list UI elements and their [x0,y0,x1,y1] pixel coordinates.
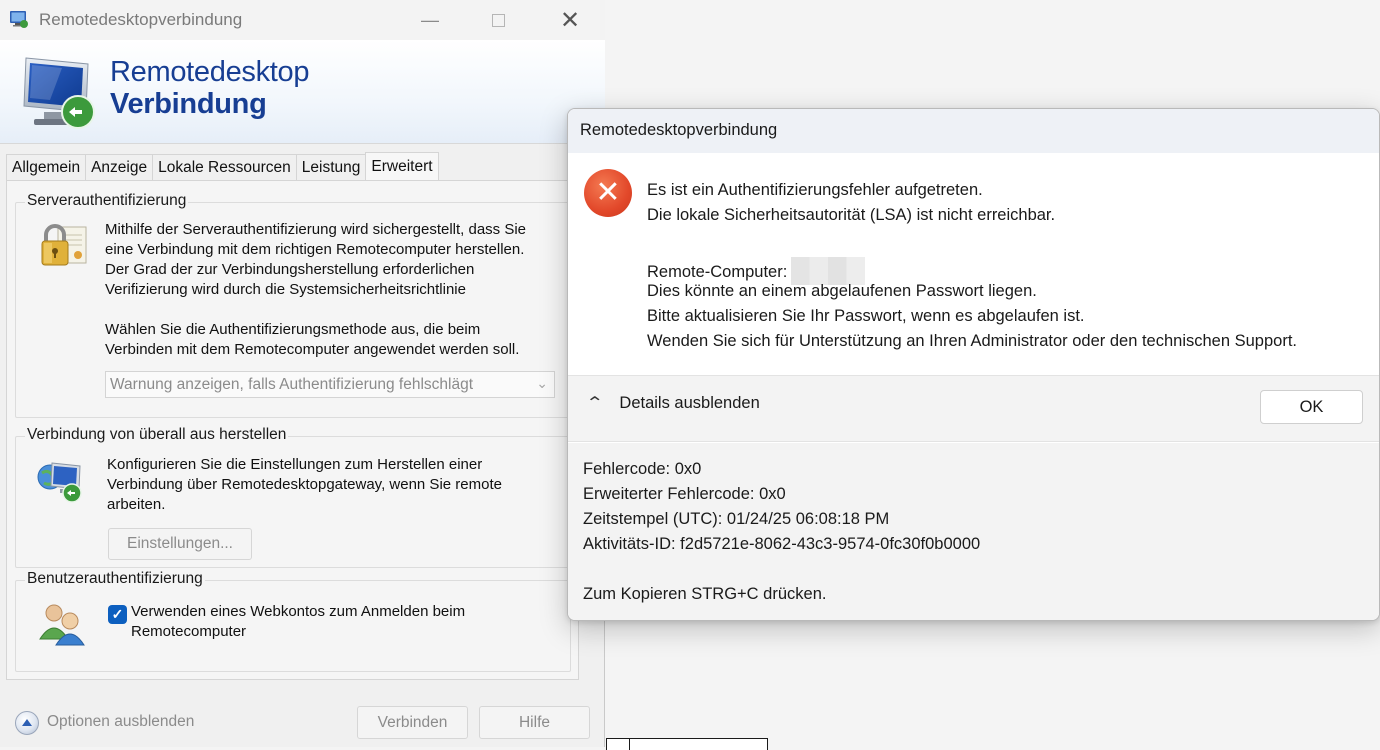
title-bar[interactable]: Remotedesktopverbindung — ✕ [0,0,605,40]
tab-bar: Allgemein Anzeige Lokale Ressourcen Leis… [6,152,439,181]
window-title: Remotedesktopverbindung [39,10,243,29]
auth-method-select-value: Warnung anzeigen, falls Authentifizierun… [110,376,474,393]
options-toggle-button[interactable] [15,711,39,735]
rdp-app-icon [10,11,28,28]
detail-extended-error-code: Erweiterter Fehlercode: 0x0 [583,485,786,503]
server-auth-method-line: Wählen Sie die Authentifizierungsmethode… [105,321,481,338]
tab-anzeige[interactable]: Anzeige [85,154,154,181]
ok-button[interactable]: OK [1260,390,1363,424]
dialog-details: Fehlercode: 0x0 Erweiterter Fehlercode: … [568,443,1379,620]
error-message-line: Es ist ein Authentifizierungsfehler aufg… [647,181,983,199]
checkmark-icon: ✓ [111,606,124,622]
server-auth-line: Mithilfe der Serverauthentifizierung wir… [105,221,527,238]
error-icon: ✕ [584,169,632,217]
banner-title-line2: Verbindung [110,88,267,120]
server-auth-description: Mithilfe der Serverauthentifizierung wir… [105,220,526,300]
gateway-settings-button[interactable]: Einstellungen... [108,528,252,560]
globe-monitor-icon [37,462,82,503]
user-auth-heading: Benutzerauthentifizierung [25,570,205,588]
rdp-main-window: Remotedesktopverbindung — ✕ Remotedeskto… [0,0,605,747]
background-window-fragment [606,738,768,750]
server-auth-group: Serverauthentifizierung Mithilfe der Ser… [15,192,571,418]
options-toggle-label[interactable]: Optionen ausblenden [47,713,194,731]
rdp-banner: Remotedesktop Verbindung [0,40,605,144]
detail-activity-id: Aktivitäts-ID: f2d5721e-8062-43c3-9574-0… [583,535,981,553]
minimize-icon: — [421,9,439,30]
chevron-up-icon: ⌃ [585,395,605,412]
rdp-monitor-icon [23,57,95,129]
server-auth-method-description: Wählen Sie die Authentifizierungsmethode… [105,320,519,360]
tab-erweitert[interactable]: Erweitert [365,152,439,180]
users-icon [39,604,85,646]
user-auth-group: Benutzerauthentifizierung ✓ Verwenden ei… [15,570,571,672]
server-auth-line: Verifizierung wird durch die Systemsiche… [105,281,466,298]
detail-timestamp: Zeitstempel (UTC): 01/24/25 06:08:18 PM [583,510,890,528]
dialog-title: Remotedesktopverbindung [568,109,1379,153]
remote-computer-line: Remote-Computer: [647,257,866,285]
chevron-down-icon: ⌄ [536,375,548,391]
web-account-label-line: Verwenden eines Webkontos zum Anmelden b… [131,603,466,620]
connect-button[interactable]: Verbinden [357,706,468,739]
close-button[interactable]: ✕ [535,0,605,40]
chevron-up-icon [22,719,32,726]
gateway-description: Konfigurieren Sie die Einstellungen zum … [107,455,502,515]
maximize-button[interactable] [463,0,533,40]
error-dialog: Remotedesktopverbindung ✕ Es ist ein Aut… [567,108,1380,621]
details-toggle-label: Details ausblenden [619,393,760,412]
auth-method-select[interactable]: Warnung anzeigen, falls Authentifizierun… [105,371,555,398]
minimize-button[interactable]: — [395,0,465,40]
banner-title-line1: Remotedesktop [110,56,310,88]
web-account-checkbox[interactable]: ✓ [108,605,127,624]
server-auth-line: eine Verbindung mit dem richtigen Remote… [105,241,525,258]
server-auth-heading: Serverauthentifizierung [25,192,189,210]
close-icon: ✕ [559,6,581,34]
gateway-heading: Verbindung von überall aus herstellen [25,426,289,444]
dialog-footer: ⌃ Details ausblenden OK [568,375,1379,442]
gateway-line: Konfigurieren Sie die Einstellungen zum … [107,456,483,473]
error-message-line: Die lokale Sicherheitsautorität (LSA) is… [647,206,1056,224]
redacted-computer-name [791,257,866,285]
tab-panel-erweitert: Serverauthentifizierung Mithilfe der Ser… [6,180,579,680]
tab-lokale-ressourcen[interactable]: Lokale Ressourcen [152,154,297,181]
gateway-line: arbeiten. [107,496,166,513]
tab-leistung[interactable]: Leistung [295,154,367,181]
gateway-line: Verbindung über Remotedesktopgateway, we… [107,476,502,493]
error-message-line: Dies könnte an einem abgelaufenen Passwo… [647,282,1037,300]
remote-computer-label: Remote-Computer: [647,263,788,281]
error-message-line: Wenden Sie sich für Unterstützung an Ihr… [647,332,1297,350]
details-toggle[interactable]: ⌃ Details ausblenden [585,393,760,413]
tab-allgemein[interactable]: Allgemein [6,154,87,181]
server-auth-line: Der Grad der zur Verbindungsherstellung … [105,261,475,278]
error-message-line: Bitte aktualisieren Sie Ihr Passwort, we… [647,307,1085,325]
web-account-label: Verwenden eines Webkontos zum Anmelden b… [131,602,465,642]
help-button[interactable]: Hilfe [479,706,590,739]
padlock-icon [41,224,87,266]
maximize-icon [491,13,505,27]
dialog-body: ✕ Es ist ein Authentifizierungsfehler au… [568,153,1379,375]
detail-error-code: Fehlercode: 0x0 [583,460,702,478]
server-auth-method-line: Verbinden mit dem Remotecomputer angewen… [105,341,520,358]
copy-hint: Zum Kopieren STRG+C drücken. [583,585,827,603]
web-account-label-line: Remotecomputer [131,623,247,640]
gateway-group: Verbindung von überall aus herstellen Ko… [15,426,571,568]
